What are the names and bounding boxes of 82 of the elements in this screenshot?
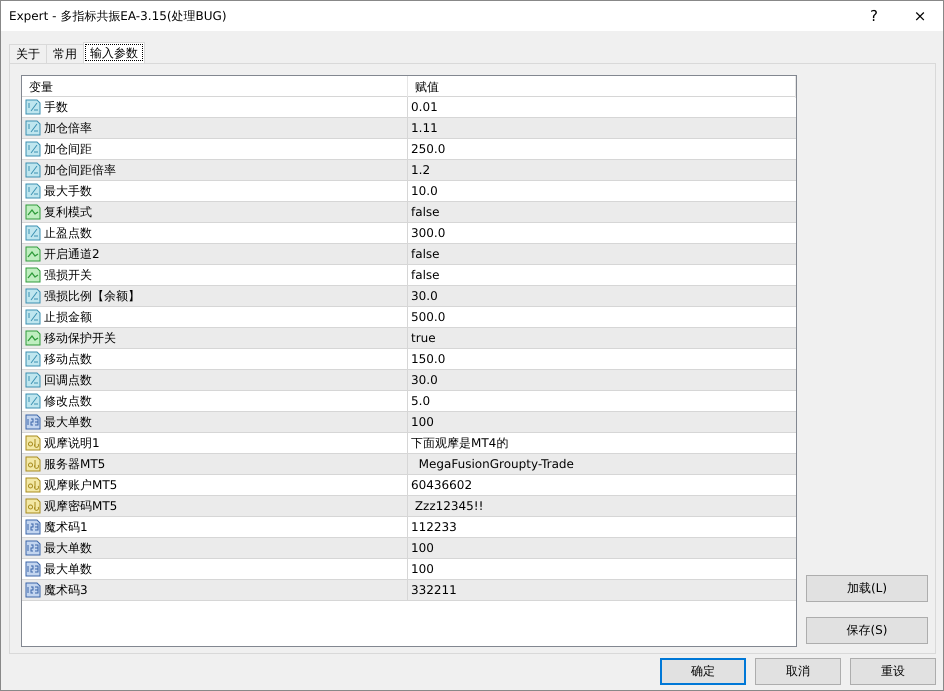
parameter-name: 复利模式 bbox=[44, 204, 92, 220]
parameter-value[interactable]: 150.0 bbox=[411, 352, 446, 366]
digits-icon bbox=[25, 414, 41, 430]
parameter-name: 开启通道2 bbox=[44, 246, 100, 262]
parameter-value[interactable]: 250.0 bbox=[411, 142, 446, 156]
parameter-name: 回调点数 bbox=[44, 372, 92, 388]
digits-icon bbox=[25, 540, 41, 556]
parameter-name: 止盈点数 bbox=[44, 224, 92, 242]
tab[interactable]: 关于 bbox=[9, 44, 47, 63]
fraction-icon bbox=[25, 372, 41, 388]
parameter-name: 移动点数 bbox=[44, 350, 92, 368]
parameter-value[interactable]: 112233 bbox=[411, 520, 457, 534]
fraction-icon bbox=[25, 120, 41, 136]
graph-icon bbox=[25, 246, 41, 262]
fraction-icon bbox=[25, 99, 41, 115]
parameter-value[interactable]: true bbox=[411, 331, 436, 345]
parameter-name: 加仓间距 bbox=[44, 140, 92, 158]
fraction-icon bbox=[25, 351, 41, 367]
parameter-name: 最大单数 bbox=[44, 540, 92, 556]
tab[interactable]: 输入参数 bbox=[83, 42, 145, 63]
load-button[interactable]: 加载(L) bbox=[806, 575, 928, 602]
parameter-name: 最大手数 bbox=[44, 182, 92, 200]
parameter-value[interactable]: 1.2 bbox=[411, 163, 430, 177]
parameter-value[interactable]: 60436602 bbox=[411, 478, 472, 492]
parameter-name: 最大单数 bbox=[44, 414, 92, 430]
parameter-value[interactable]: MegaFusionGroupty-Trade bbox=[411, 457, 574, 471]
digits-icon bbox=[25, 582, 41, 598]
parameter-value[interactable]: false bbox=[411, 247, 440, 261]
parameter-value[interactable]: 100 bbox=[411, 541, 434, 555]
parameter-value[interactable]: 332211 bbox=[411, 583, 457, 597]
parameter-value[interactable]: 30.0 bbox=[411, 373, 438, 387]
parameter-value[interactable]: 1.11 bbox=[411, 121, 438, 135]
parameter-name: 观摩密码MT5 bbox=[44, 498, 118, 514]
fraction-icon bbox=[25, 393, 41, 409]
parameter-value[interactable]: Zzz12345!! bbox=[411, 499, 484, 513]
dialog-button[interactable]: 取消 bbox=[755, 658, 841, 685]
parameter-name: 加仓倍率 bbox=[44, 120, 92, 136]
fraction-icon bbox=[25, 162, 41, 178]
graph-icon bbox=[25, 267, 41, 283]
save-button[interactable]: 保存(S) bbox=[806, 617, 928, 644]
parameter-value[interactable]: 300.0 bbox=[411, 226, 446, 240]
parameter-name: 魔术码1 bbox=[44, 518, 88, 536]
graph-icon bbox=[25, 204, 41, 220]
digits-icon bbox=[25, 519, 41, 535]
parameter-value[interactable]: false bbox=[411, 205, 440, 219]
parameter-value[interactable]: 100 bbox=[411, 562, 434, 576]
graph-icon bbox=[25, 330, 41, 346]
letters-icon bbox=[25, 435, 41, 451]
dialog-button[interactable]: 重设 bbox=[850, 658, 936, 685]
close-button[interactable]: × bbox=[897, 1, 943, 31]
parameter-value[interactable]: 500.0 bbox=[411, 310, 446, 324]
parameter-value[interactable]: 100 bbox=[411, 415, 434, 429]
help-button[interactable]: ? bbox=[851, 1, 897, 31]
fraction-icon bbox=[25, 225, 41, 241]
parameter-value[interactable]: 5.0 bbox=[411, 394, 430, 408]
parameter-value[interactable]: 0.01 bbox=[411, 100, 438, 114]
parameter-name: 加仓间距倍率 bbox=[44, 162, 116, 178]
parameter-name: 手数 bbox=[44, 98, 68, 116]
parameter-name: 观摩说明1 bbox=[44, 434, 100, 452]
parameter-name: 魔术码3 bbox=[44, 582, 88, 598]
parameter-value[interactable]: false bbox=[411, 268, 440, 282]
fraction-icon bbox=[25, 288, 41, 304]
fraction-icon bbox=[25, 141, 41, 157]
parameter-name: 移动保护开关 bbox=[44, 330, 116, 346]
digits-icon bbox=[25, 561, 41, 577]
parameter-value[interactable]: 30.0 bbox=[411, 289, 438, 303]
parameter-name: 强损开关 bbox=[44, 266, 92, 284]
parameter-name: 观摩账户MT5 bbox=[44, 476, 118, 494]
fraction-icon bbox=[25, 183, 41, 199]
parameter-name: 修改点数 bbox=[44, 392, 92, 410]
fraction-icon bbox=[25, 309, 41, 325]
parameter-name: 服务器MT5 bbox=[44, 456, 106, 472]
parameter-value[interactable]: 10.0 bbox=[411, 184, 438, 198]
parameter-name: 强损比例【余额】 bbox=[44, 288, 140, 304]
window-title: Expert - 多指标共振EA-3.15(处理BUG) bbox=[9, 8, 228, 24]
letters-icon bbox=[25, 477, 41, 493]
parameter-value[interactable]: 下面观摩是MT4的 bbox=[411, 434, 508, 452]
letters-icon bbox=[25, 498, 41, 514]
parameter-name: 最大单数 bbox=[44, 560, 92, 578]
letters-icon bbox=[25, 456, 41, 472]
dialog-button[interactable]: 确定 bbox=[660, 658, 746, 685]
parameter-name: 止损金额 bbox=[44, 308, 92, 326]
